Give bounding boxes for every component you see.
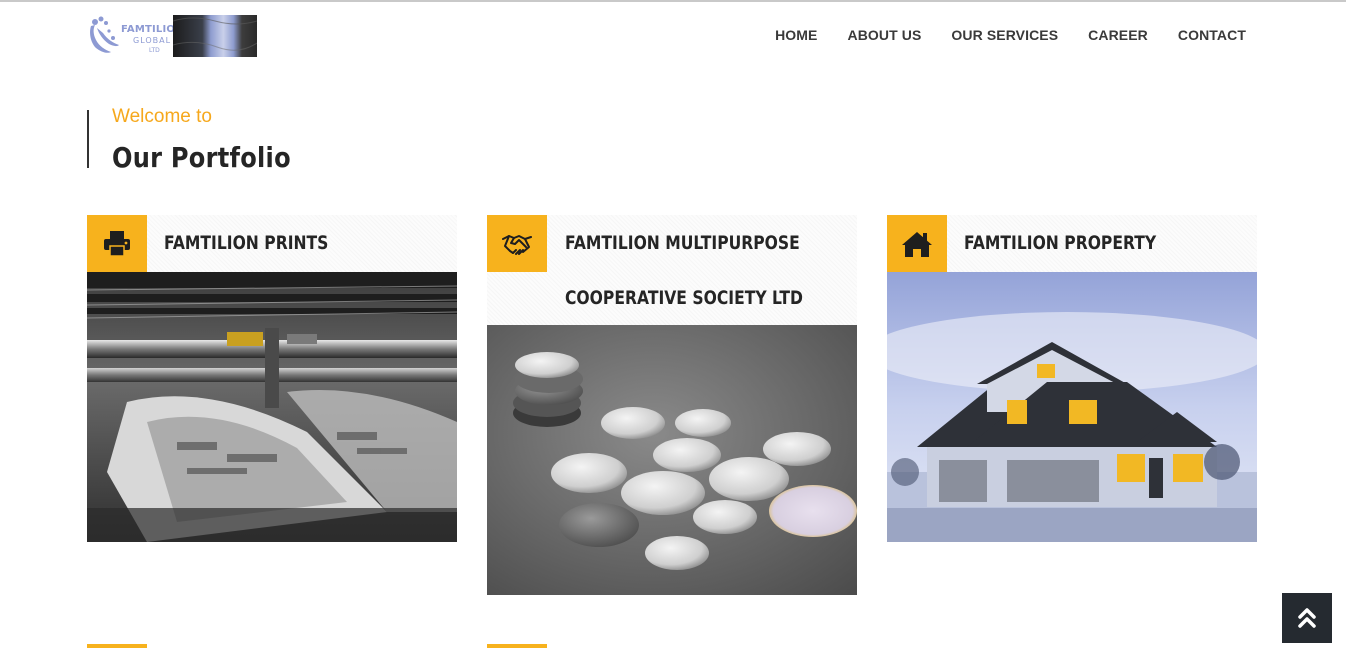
card-title-line2[interactable]: COOPERATIVE SOCIETY LTD [565,287,803,309]
card-header: FAMTILION MULTIPURPOSE COOPERATIVE SOCIE… [487,215,857,325]
nav-about-us[interactable]: ABOUT US [848,27,922,43]
next-card-accent [87,644,147,648]
card-header: FAMTILION PROPERTY [887,215,1257,272]
double-chevron-up-icon [1298,608,1316,628]
nav-contact[interactable]: CONTACT [1178,27,1246,43]
logo-text-line3: LTD [149,47,160,54]
nav-home[interactable]: HOME [775,27,817,43]
handshake-icon [487,215,547,272]
portfolio-card-property[interactable]: FAMTILION PROPERTY [887,215,1257,542]
card-header: FAMTILION PRINTS [87,215,457,272]
portfolio-card-prints[interactable]: FAMTILION PRINTS [87,215,457,542]
house-image [887,272,1257,542]
printer-icon [87,215,147,272]
logo-text-line2: GLOBAL [133,36,172,45]
nav-career[interactable]: CAREER [1088,27,1148,43]
card-title[interactable]: FAMTILION PROPERTY [964,232,1156,254]
site-logo[interactable]: FAMTILION GLOBAL LTD [87,14,257,58]
scroll-to-top-button[interactable] [1282,593,1332,643]
section-title: Our Portfolio [112,141,291,174]
flag-image [173,15,257,57]
top-border [0,0,1346,2]
next-card-accent [487,644,547,648]
main-nav: HOME ABOUT US OUR SERVICES CAREER CONTAC… [745,27,1246,43]
section-heading: Welcome to Our Portfolio [87,106,320,174]
home-icon [887,215,947,272]
portfolio-card-cooperative[interactable]: FAMTILION MULTIPURPOSE COOPERATIVE SOCIE… [487,215,857,595]
section-subtitle: Welcome to [112,106,212,127]
card-title-line1[interactable]: FAMTILION MULTIPURPOSE [565,232,800,254]
coins-image [487,325,857,595]
card-title[interactable]: FAMTILION PRINTS [164,232,328,254]
nav-our-services[interactable]: OUR SERVICES [951,27,1058,43]
printing-press-image [87,272,457,542]
